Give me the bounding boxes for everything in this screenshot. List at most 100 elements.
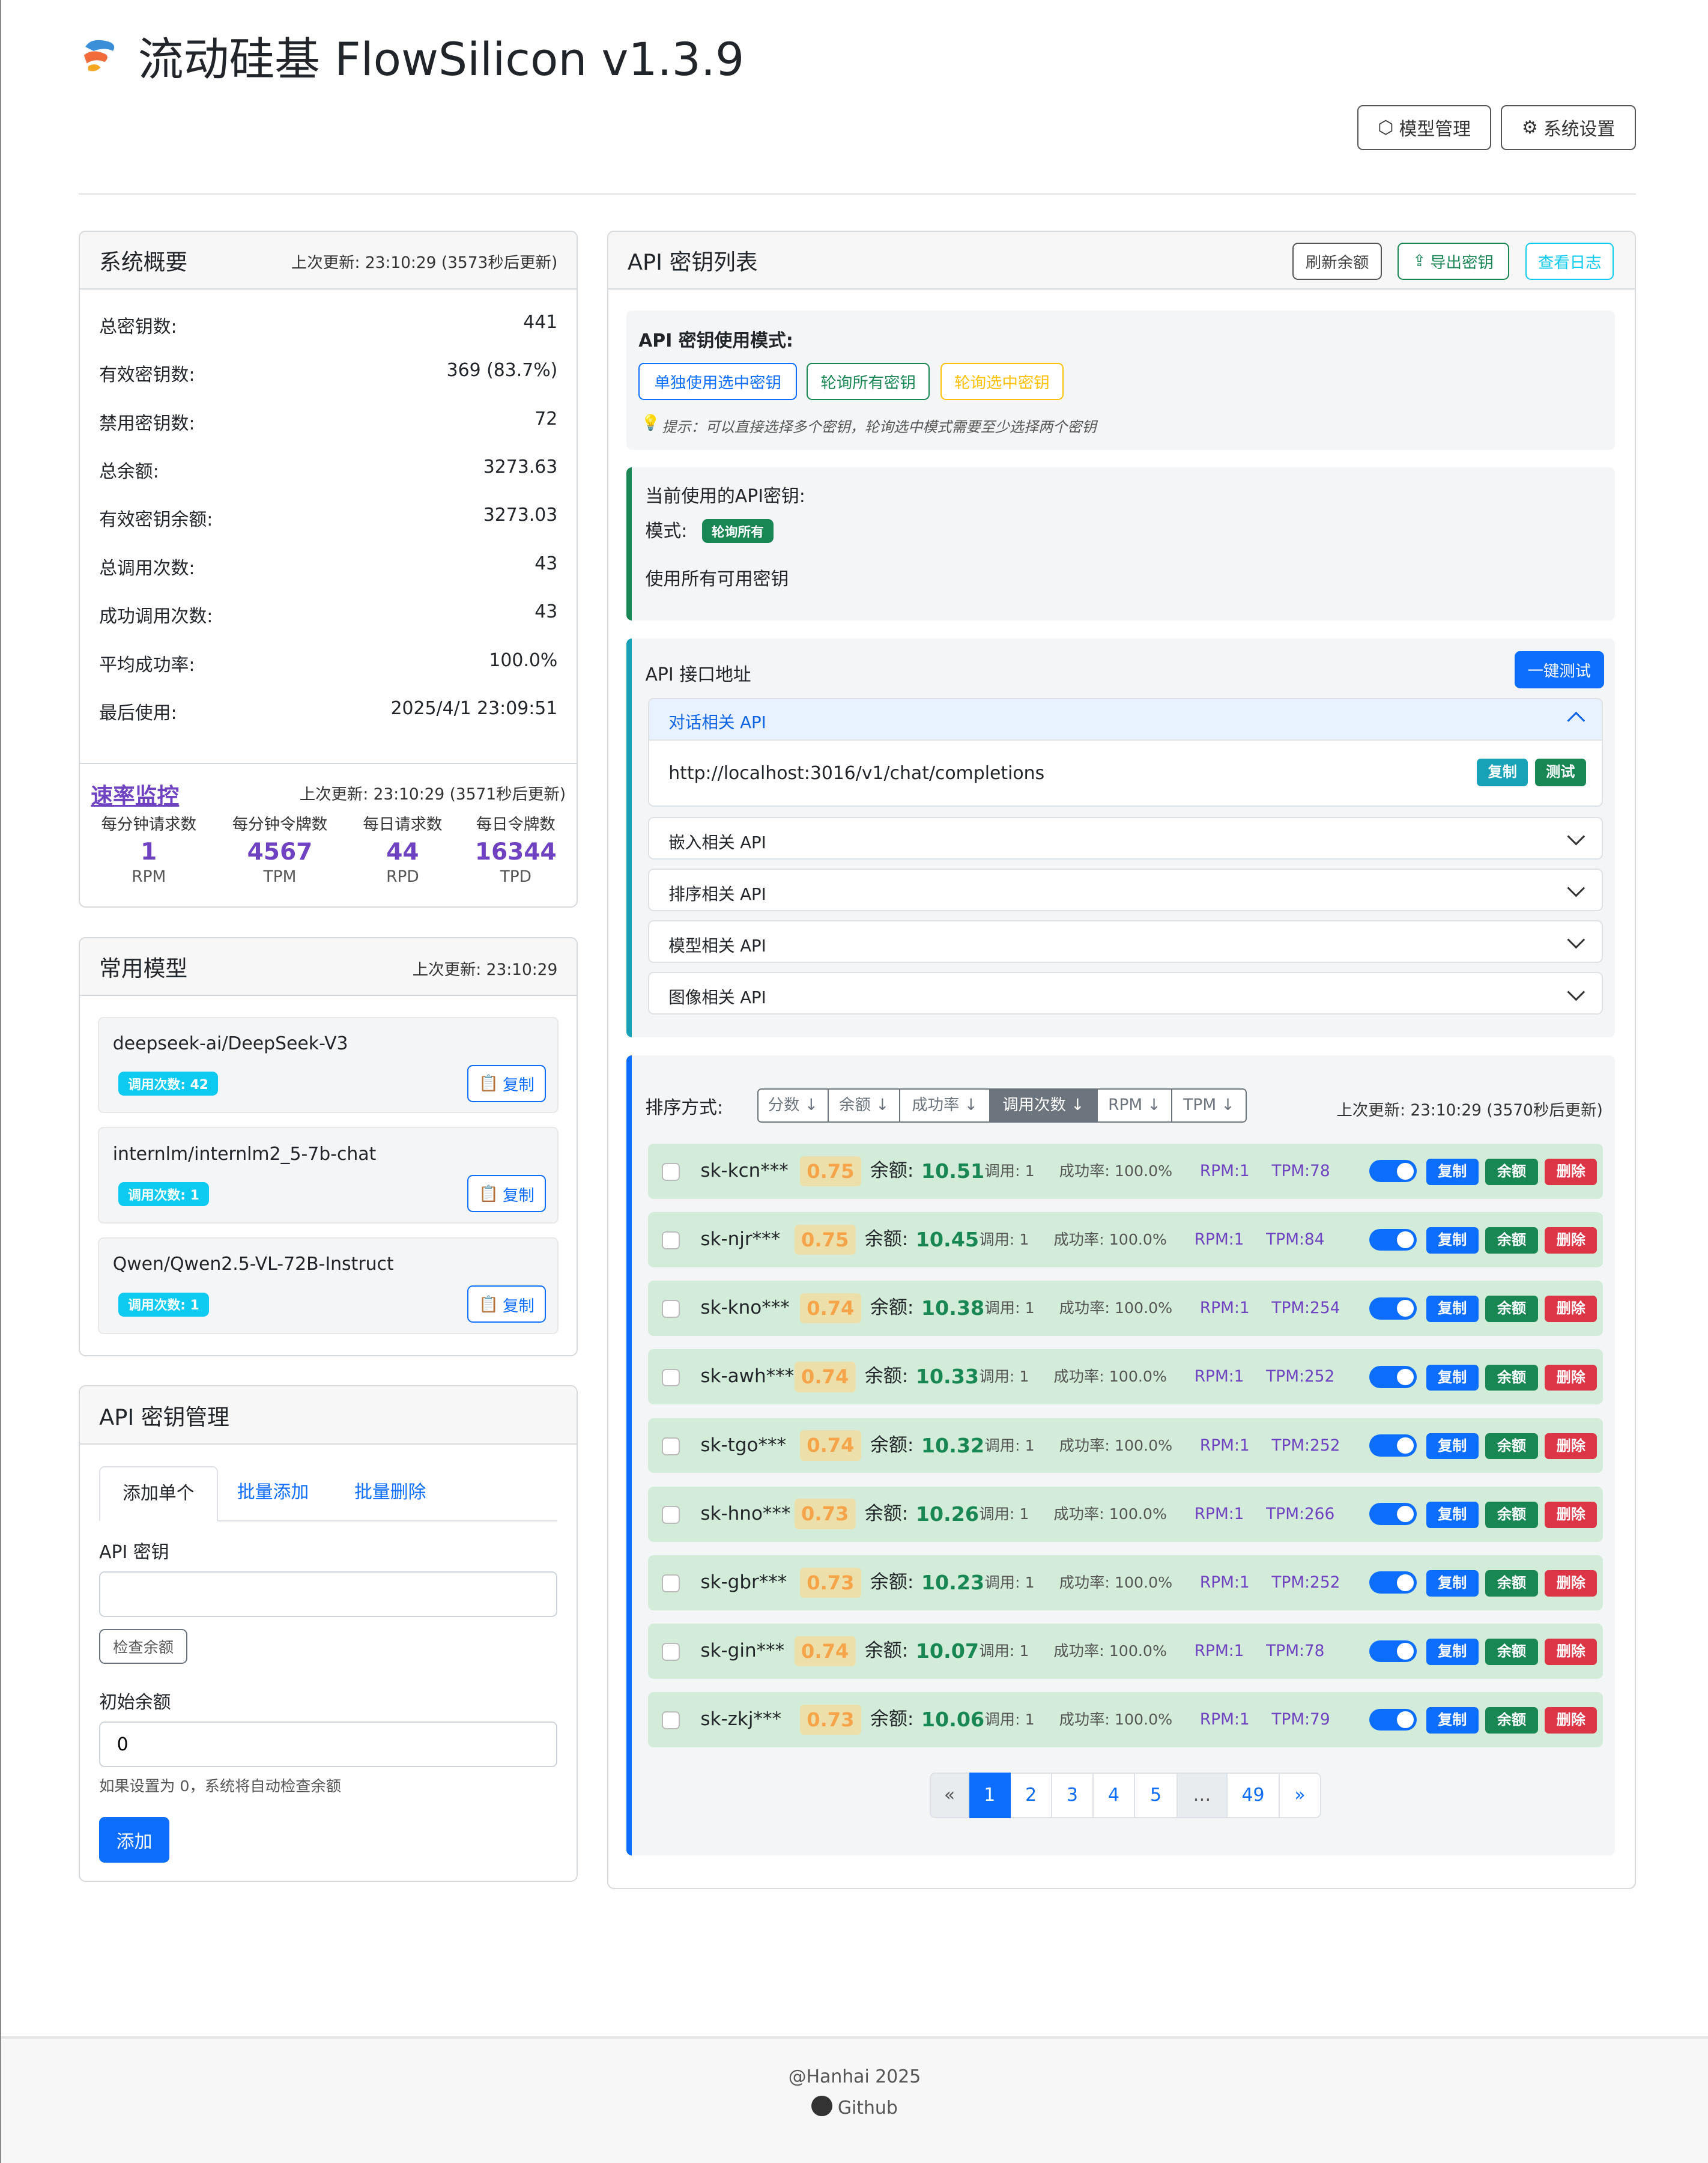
check-key-balance-button[interactable]: 余额 (1485, 1159, 1538, 1185)
key-id: sk-kcn*** (700, 1159, 789, 1182)
page-link[interactable]: 49 (1227, 1773, 1280, 1819)
check-key-balance-button[interactable]: 余额 (1485, 1296, 1538, 1323)
page-link[interactable]: 2 (1011, 1773, 1053, 1819)
test-all-button[interactable]: 一键测试 (1514, 651, 1604, 688)
stat-label: 有效密钥数: (99, 365, 195, 386)
test-url-button[interactable]: 测试 (1534, 758, 1586, 786)
view-logs-button[interactable]: 查看日志 (1525, 242, 1614, 280)
key-enable-toggle[interactable] (1369, 1160, 1417, 1183)
delete-key-button[interactable]: 删除 (1545, 1227, 1597, 1254)
page-link[interactable]: 1 (969, 1773, 1011, 1819)
sort-option-button[interactable]: TPM ↓ (1172, 1088, 1247, 1123)
mode-round-robin-all-button[interactable]: 轮询所有密钥 (807, 362, 930, 400)
mode-single-selected-button[interactable]: 单独使用选中密钥 (638, 362, 798, 400)
endpoint-accordion-item[interactable]: 嵌入相关 API (648, 816, 1603, 860)
api-key-input[interactable] (99, 1571, 557, 1617)
endpoint-accordion-item[interactable]: 图像相关 API (648, 971, 1603, 1015)
check-key-balance-button[interactable]: 余额 (1485, 1227, 1538, 1254)
system-settings-button[interactable]: ⚙ 系统设置 (1501, 105, 1637, 151)
key-enable-toggle[interactable] (1369, 1434, 1417, 1457)
key-enable-toggle[interactable] (1369, 1228, 1417, 1251)
check-key-balance-button[interactable]: 余额 (1485, 1364, 1538, 1391)
key-select-checkbox[interactable] (662, 1368, 680, 1387)
copy-key-button[interactable]: 复制 (1426, 1433, 1479, 1460)
initial-balance-input[interactable] (99, 1722, 557, 1768)
page-link[interactable]: 4 (1094, 1773, 1135, 1819)
copy-key-button[interactable]: 复制 (1426, 1296, 1479, 1323)
box-icon: ⬡ (1378, 117, 1394, 138)
key-enable-toggle[interactable] (1369, 1640, 1417, 1663)
copy-url-button[interactable]: 复制 (1477, 758, 1528, 786)
stat-value: 3273.03 (483, 505, 558, 526)
key-enable-toggle[interactable] (1369, 1503, 1417, 1526)
footer: @Hanhai 2025 Github (1, 2036, 1708, 2163)
endpoint-accordion-item[interactable]: 排序相关 API (648, 868, 1603, 911)
delete-key-button[interactable]: 删除 (1545, 1570, 1597, 1597)
check-key-balance-button[interactable]: 余额 (1485, 1570, 1538, 1597)
copy-model-button[interactable]: 📋 复制 (467, 1175, 546, 1213)
delete-key-button[interactable]: 删除 (1545, 1639, 1597, 1665)
delete-key-button[interactable]: 删除 (1545, 1159, 1597, 1185)
key-success-rate: 成功率: 100.0% (1059, 1162, 1173, 1180)
delete-key-button[interactable]: 删除 (1545, 1433, 1597, 1460)
mode-round-robin-selected-button[interactable]: 轮询选中密钥 (940, 362, 1064, 400)
page-link[interactable]: 3 (1052, 1773, 1094, 1819)
page-link[interactable]: 5 (1134, 1773, 1178, 1819)
sort-option-button[interactable]: 成功率 ↓ (900, 1088, 990, 1123)
key-select-checkbox[interactable] (662, 1643, 680, 1661)
key-enable-toggle[interactable] (1369, 1365, 1417, 1388)
model-management-button[interactable]: ⬡ 模型管理 (1357, 105, 1492, 151)
check-key-balance-button[interactable]: 余额 (1485, 1501, 1538, 1528)
tab-batch-add[interactable]: 批量添加 (237, 1466, 309, 1521)
sort-option-button[interactable]: 余额 ↓ (828, 1088, 901, 1123)
rate-metric-unit: RPM (132, 867, 166, 886)
rate-metric-value: 1 (141, 839, 157, 866)
check-balance-button[interactable]: 检查余额 (99, 1629, 188, 1664)
copy-key-button[interactable]: 复制 (1426, 1364, 1479, 1391)
key-id: sk-awh*** (700, 1365, 795, 1388)
add-key-button[interactable]: 添加 (99, 1816, 170, 1863)
tab-batch-delete[interactable]: 批量删除 (354, 1466, 426, 1521)
delete-key-button[interactable]: 删除 (1545, 1501, 1597, 1528)
key-enable-toggle[interactable] (1369, 1297, 1417, 1320)
page-prev-button[interactable]: « (929, 1773, 970, 1819)
delete-key-button[interactable]: 删除 (1545, 1296, 1597, 1323)
endpoint-accordion-item[interactable]: 模型相关 API (648, 920, 1603, 963)
sort-option-button[interactable]: 调用次数 ↓ (990, 1088, 1098, 1123)
key-tpm: TPM:84 (1266, 1230, 1325, 1249)
github-link[interactable]: Github (1, 2095, 1707, 2118)
key-enable-toggle[interactable] (1369, 1571, 1417, 1594)
copy-key-button[interactable]: 复制 (1426, 1227, 1479, 1254)
key-select-checkbox[interactable] (662, 1574, 680, 1592)
sort-option-button[interactable]: RPM ↓ (1097, 1088, 1172, 1123)
copy-key-button[interactable]: 复制 (1426, 1159, 1479, 1185)
tab-add-single[interactable]: 添加单个 (99, 1466, 218, 1522)
copy-key-button[interactable]: 复制 (1426, 1639, 1479, 1665)
delete-key-button[interactable]: 删除 (1545, 1707, 1597, 1734)
copy-key-button[interactable]: 复制 (1426, 1707, 1479, 1734)
key-select-checkbox[interactable] (662, 1231, 680, 1250)
check-key-balance-button[interactable]: 余额 (1485, 1433, 1538, 1460)
chevron-down-icon (1567, 879, 1585, 897)
rate-metric-label: 每日令牌数 (476, 815, 556, 834)
key-select-checkbox[interactable] (662, 1163, 680, 1181)
key-select-checkbox[interactable] (662, 1711, 680, 1730)
refresh-balance-button[interactable]: 刷新余额 (1292, 242, 1382, 280)
chat-api-header[interactable]: 对话相关 API (649, 699, 1602, 741)
key-select-checkbox[interactable] (662, 1300, 680, 1318)
check-key-balance-button[interactable]: 余额 (1485, 1639, 1538, 1665)
key-enable-toggle[interactable] (1369, 1708, 1417, 1731)
sort-option-button[interactable]: 分数 ↓ (757, 1088, 829, 1123)
key-select-checkbox[interactable] (662, 1505, 680, 1524)
check-key-balance-button[interactable]: 余额 (1485, 1707, 1538, 1734)
copy-key-button[interactable]: 复制 (1426, 1501, 1479, 1528)
copy-model-button[interactable]: 📋 复制 (467, 1285, 546, 1323)
delete-key-button[interactable]: 删除 (1545, 1364, 1597, 1391)
key-select-checkbox[interactable] (662, 1437, 680, 1455)
export-keys-button[interactable]: ⇪ 导出密钥 (1397, 242, 1509, 280)
copy-model-button[interactable]: 📋 复制 (467, 1064, 546, 1102)
models-updated: 上次更新: 23:10:29 (412, 960, 558, 979)
key-calls: 调用: 1 (984, 1436, 1035, 1454)
page-next-button[interactable]: » (1280, 1773, 1322, 1819)
copy-key-button[interactable]: 复制 (1426, 1570, 1479, 1597)
